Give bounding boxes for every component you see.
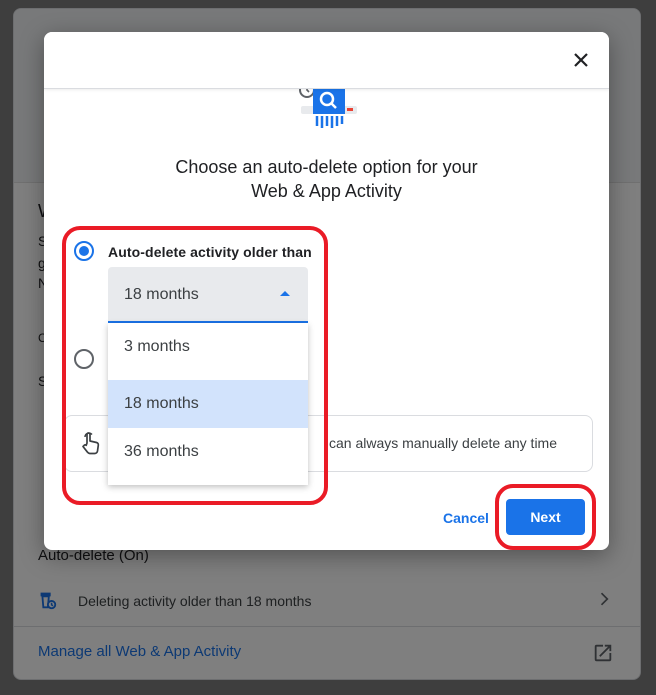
radio-auto-delete-label: Auto-delete activity older than xyxy=(108,244,312,260)
radio-dont-auto-delete[interactable] xyxy=(74,349,94,369)
dialog-title: Choose an auto-delete option for your We… xyxy=(44,155,609,203)
hand-pointer-icon xyxy=(82,432,100,455)
menu-option-18-months[interactable]: 18 months xyxy=(108,380,308,428)
close-icon xyxy=(574,53,588,67)
auto-delete-dialog: Choose an auto-delete option for your We… xyxy=(44,32,609,550)
dialog-title-line-2: Web & App Activity xyxy=(251,181,402,201)
close-button[interactable] xyxy=(565,44,597,76)
next-button[interactable]: Next xyxy=(506,499,585,535)
cancel-button[interactable]: Cancel xyxy=(434,500,498,536)
select-value: 18 months xyxy=(124,286,199,303)
radio-dont-auto-delete-circle[interactable] xyxy=(74,349,94,369)
manual-delete-text: can always manually delete any time xyxy=(329,435,558,451)
radio-auto-delete[interactable] xyxy=(74,241,94,261)
caret-up-icon xyxy=(280,291,290,296)
auto-delete-period-select[interactable]: 18 months xyxy=(108,267,308,323)
dialog-header xyxy=(44,32,609,89)
radio-auto-delete-circle[interactable] xyxy=(74,241,94,261)
menu-option-36-months[interactable]: 36 months xyxy=(108,428,308,476)
period-dropdown-menu: 3 months 18 months 36 months xyxy=(108,323,308,485)
dialog-title-line-1: Choose an auto-delete option for your xyxy=(175,157,478,177)
menu-option-3-months[interactable]: 3 months xyxy=(108,323,308,371)
